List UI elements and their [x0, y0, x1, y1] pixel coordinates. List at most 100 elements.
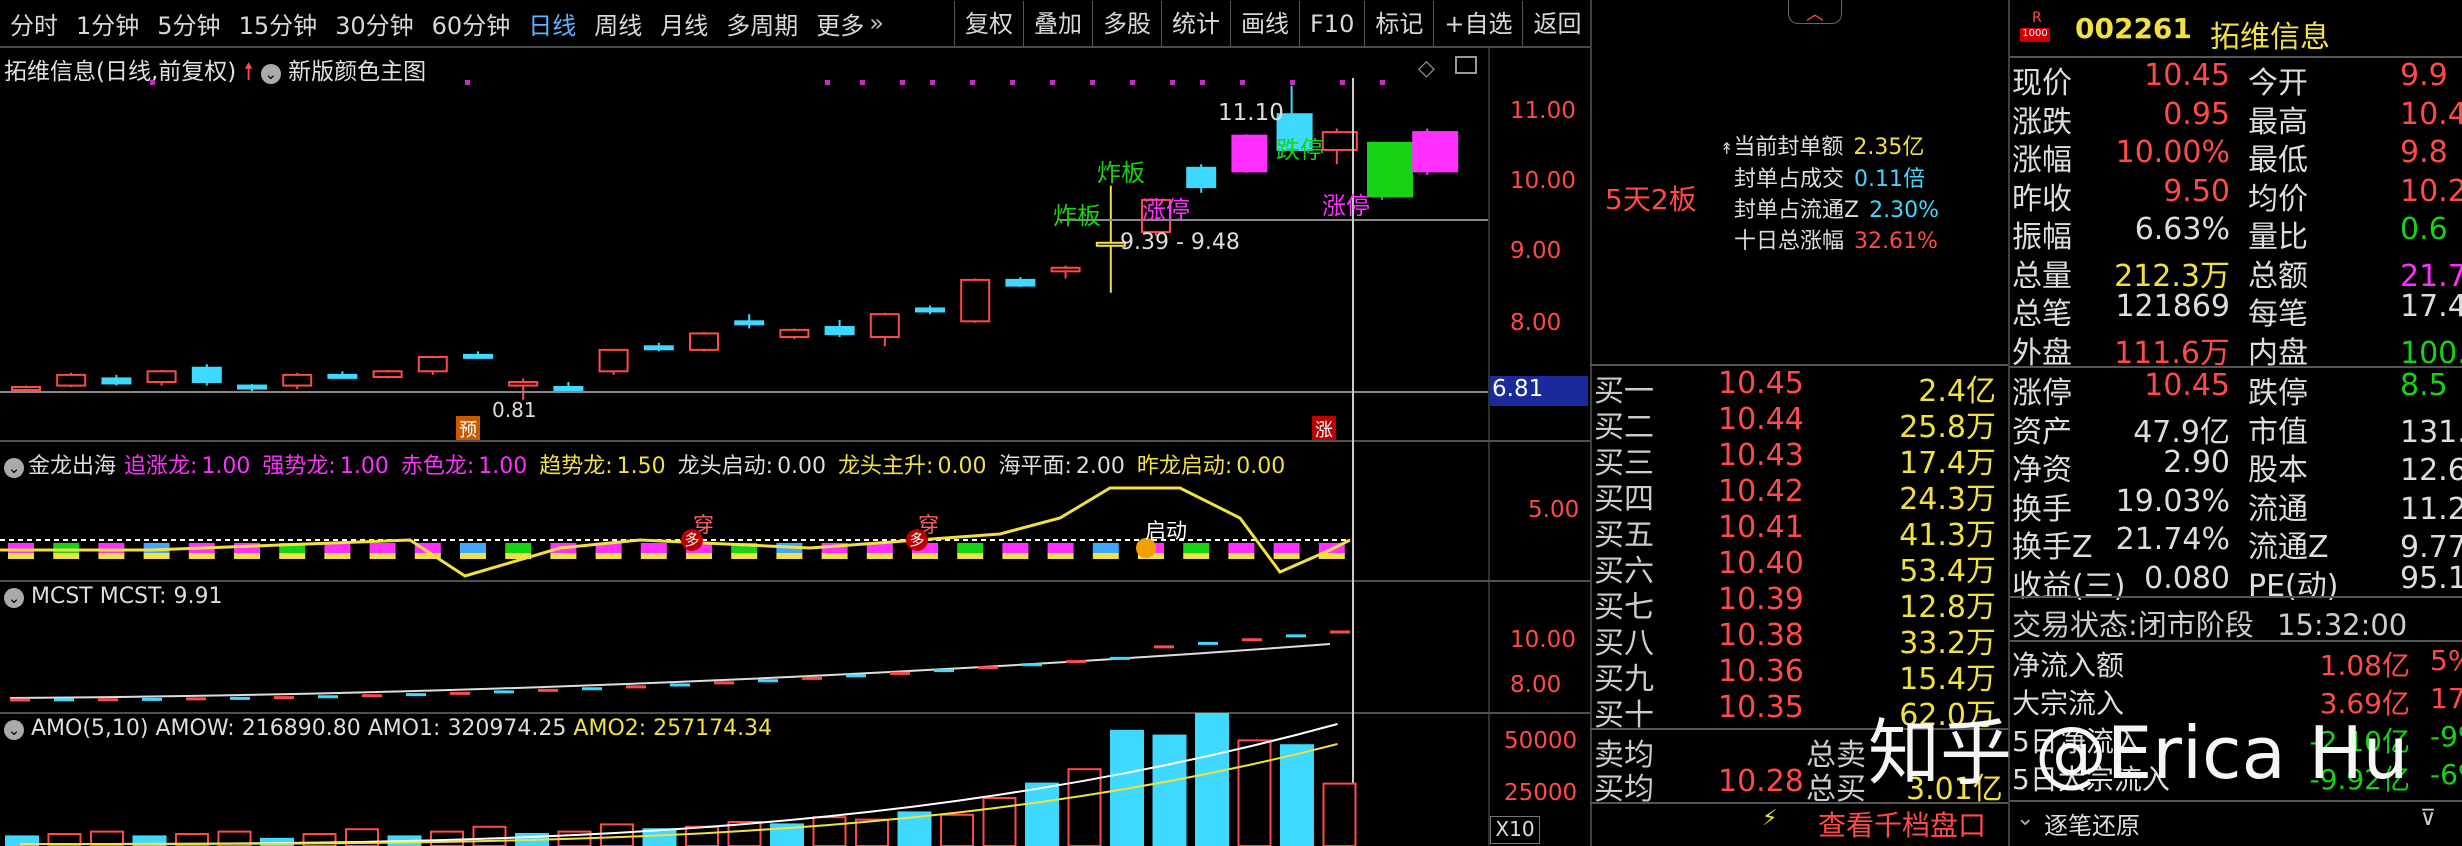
period-tab[interactable]: 多周期 [717, 6, 807, 41]
signal-block [1183, 543, 1210, 553]
flow-pct: -6% [2430, 758, 2462, 791]
candle [779, 328, 810, 339]
order-row[interactable]: 买六 10.40 53.4万 [1592, 546, 2006, 589]
indicator-value: 1.50 [616, 454, 666, 479]
indicator-label: 赤色龙: [400, 454, 475, 479]
marker-dot [860, 80, 865, 85]
trades-tab[interactable]: 逐笔还原 [2044, 806, 2140, 841]
toolbar-button[interactable]: 叠加 [1023, 1, 1092, 47]
period-tab[interactable]: 周线 [585, 6, 651, 41]
signal-duo: 多 [681, 529, 703, 551]
filter-icon[interactable]: ⊽ [2420, 806, 2436, 831]
quote-value: 0.6 [2400, 212, 2448, 247]
mcst-axis: 8.00 [1510, 672, 1562, 698]
chevron-down-icon[interactable]: ⌄ [4, 720, 24, 740]
candle [237, 384, 267, 390]
chevron-down-icon[interactable]: ⌄ [2016, 806, 2034, 831]
candle [282, 373, 313, 387]
volume-bar [1152, 734, 1187, 846]
candle [1412, 131, 1459, 173]
quote-label: 涨跌 [2012, 104, 2072, 140]
view-1000-link[interactable]: 查看千档盘口 [1818, 804, 1986, 844]
quote-label: 每笔 [2248, 297, 2308, 332]
order-price: 10.41 [1718, 510, 1804, 545]
indicator-label: 龙头启动: [677, 454, 774, 479]
seal-label: 封单占成交 [1734, 167, 1845, 192]
seal-value: 0.11倍 [1854, 167, 1926, 192]
order-price: 10.36 [1718, 654, 1804, 689]
order-row[interactable]: 买五 10.41 41.3万 [1592, 510, 2006, 553]
mcst-axis: 10.00 [1510, 627, 1576, 653]
quote-label: 涨停 [2012, 376, 2072, 411]
signal-block [686, 553, 712, 559]
indicator-label: 龙头主升: [838, 454, 934, 479]
quote-label: 均价 [2248, 181, 2308, 217]
quote-value: 19.03% [2115, 483, 2230, 519]
price-axis-3: 9.00 [1510, 238, 1562, 264]
toolbar-button[interactable]: 标记 [1364, 1, 1433, 47]
toolbar-button[interactable]: 多股 [1092, 1, 1161, 47]
status-value: 闭市阶段 [2137, 608, 2254, 642]
order-row[interactable]: 买九 10.36 15.4万 [1592, 654, 2006, 697]
volume-bar [600, 823, 634, 846]
quote-value: 121869 [2115, 289, 2230, 324]
quote-value: 0.080 [2144, 560, 2230, 596]
toolbar-button[interactable]: 返回 [1522, 1, 1591, 47]
period-tab[interactable]: 更多 [807, 6, 873, 41]
quote-row: 昨收 9.50 均价 10.2 [2012, 174, 2462, 217]
period-tab[interactable]: 5分钟 [148, 6, 229, 41]
candle [56, 373, 87, 387]
quote-label: 现价 [2012, 66, 2072, 101]
period-tab[interactable]: 30分钟 [326, 6, 423, 41]
candle [101, 377, 132, 385]
order-row[interactable]: 买八 10.38 33.2万 [1592, 618, 2006, 661]
order-row[interactable]: 买三 10.43 17.4万 [1592, 438, 2006, 481]
toolbar-button[interactable]: F10 [1299, 1, 1364, 47]
divider [2010, 800, 2462, 802]
quote-value: 11.2亿 [2400, 491, 2462, 527]
chevron-down-icon[interactable]: ⌄ [4, 588, 24, 608]
toolbar-button[interactable]: 画线 [1230, 1, 1299, 47]
amo-scale[interactable]: X10 [1490, 816, 1540, 844]
chevron-down-icon[interactable]: ⌄ [4, 458, 24, 478]
marker-dot [1170, 80, 1175, 85]
period-tab[interactable]: 60分钟 [423, 6, 520, 41]
signal-block [731, 553, 758, 559]
order-level: 买十 [1594, 698, 1654, 733]
toolbar-button[interactable]: +自选 [1433, 1, 1522, 47]
period-tab[interactable]: 1分钟 [67, 6, 148, 41]
tag-limit-up: 涨停 [1142, 196, 1190, 224]
chevron-up-icon[interactable]: ︿ [1788, 0, 1842, 25]
signal-block [1092, 543, 1119, 553]
more-arrow[interactable]: » [869, 9, 884, 37]
signal-block [776, 553, 803, 559]
toolbar-button[interactable]: 复权 [954, 1, 1023, 47]
period-tab[interactable]: 日线 [519, 6, 585, 41]
tag-up: 涨 [1312, 416, 1336, 441]
toolbar: 分时 1分钟 5分钟 15分钟 30分钟 60分钟 日线 周线 月线 多周期 更多 » 复权 叠加 多股… [0, 0, 1590, 48]
period-tab[interactable]: 月线 [651, 6, 717, 41]
divider [2010, 640, 2462, 642]
order-book: 买一 10.45 2.4亿 买二 10.44 25.8万 买三 10.43 17.4万 买四 10.… [1592, 366, 2006, 733]
quote-label: 昨收 [2012, 181, 2072, 217]
tag-zhaban: 炸板 [1053, 202, 1101, 230]
marker-dot [1050, 80, 1055, 85]
badge-icon: 1000 [2020, 28, 2050, 42]
order-row[interactable]: 买四 10.42 24.3万 [1592, 474, 2006, 517]
toolbar-button[interactable]: 统计 [1161, 1, 1230, 47]
signal-block [143, 553, 170, 559]
order-row[interactable]: 买一 10.45 2.4亿 [1592, 366, 2006, 409]
mcst-line [9, 643, 1331, 699]
order-row[interactable]: 买七 10.39 12.8万 [1592, 582, 2006, 625]
period-tab[interactable]: 15分钟 [230, 6, 327, 41]
quote-label: 换手 [2012, 491, 2072, 527]
order-row[interactable]: 买二 10.44 25.8万 [1592, 402, 2006, 445]
candle [643, 345, 674, 351]
period-tab[interactable]: 分时 [1, 6, 67, 41]
order-price: 10.38 [1718, 618, 1804, 653]
signal-block [53, 553, 80, 559]
quote-value: 2.90 [2163, 445, 2230, 480]
marker-dot [1380, 80, 1385, 85]
marker-dot [1010, 80, 1015, 85]
quote-label: 市值 [2248, 414, 2308, 450]
